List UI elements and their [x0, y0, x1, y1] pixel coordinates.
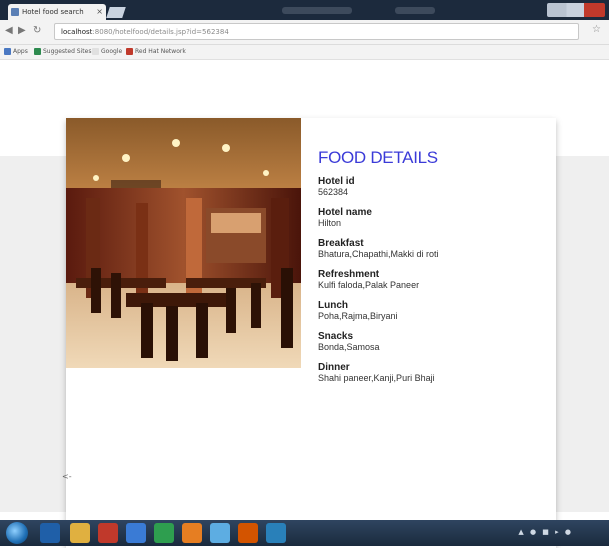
app-icon-3[interactable]: [238, 523, 258, 543]
field-refreshment: Refreshment Kulfi faloda,Palak Paneer: [318, 269, 548, 291]
media-icon[interactable]: [98, 523, 118, 543]
tab-favicon-icon: [11, 8, 19, 16]
tab-title: Hotel food search: [22, 8, 84, 16]
back-icon[interactable]: ◀: [5, 25, 13, 36]
food-details-card: FOOD DETAILS Hotel id 562384 Hotel name …: [66, 118, 556, 548]
field-value: Bonda,Samosa: [318, 342, 380, 352]
start-button[interactable]: [6, 522, 28, 544]
field-value: 562384: [318, 187, 349, 197]
ie-icon[interactable]: [40, 523, 60, 543]
bookmark-google[interactable]: Google: [92, 45, 122, 59]
vlc-icon[interactable]: [182, 523, 202, 543]
bookmark-red-hat[interactable]: Red Hat Network: [126, 45, 186, 59]
address-host: localhost: [61, 28, 93, 36]
field-value: Kulfi faloda,Palak Paneer: [318, 280, 420, 290]
field-hotel-name: Hotel name Hilton: [318, 207, 548, 229]
field-value: Shahi paneer,Kanji,Puri Bhaji: [318, 373, 435, 383]
field-lunch: Lunch Poha,Rajma,Biryani: [318, 300, 548, 322]
app-icon[interactable]: [126, 523, 146, 543]
browser-tab[interactable]: Hotel food search ×: [8, 4, 106, 20]
reload-icon[interactable]: ↻: [33, 25, 41, 36]
new-tab-button[interactable]: [106, 7, 126, 18]
suggested-sites-icon: [34, 48, 41, 55]
field-label: Refreshment: [318, 269, 380, 280]
field-label: Breakfast: [318, 238, 364, 249]
taskbar: ▲ ● ■ ▸ ● ​: [0, 520, 609, 546]
field-value: Poha,Rajma,Biryani: [318, 311, 398, 321]
field-dinner: Dinner Shahi paneer,Kanji,Puri Bhaji: [318, 362, 548, 384]
field-label: Dinner: [318, 362, 350, 373]
food-details-panel: FOOD DETAILS Hotel id 562384 Hotel name …: [318, 148, 548, 393]
page-title: FOOD DETAILS: [318, 148, 438, 167]
page: FOOD DETAILS Hotel id 562384 Hotel name …: [0, 60, 609, 548]
titlebar-text-2: [395, 7, 435, 14]
browser-titlebar: Hotel food search ×: [0, 0, 609, 20]
apps-icon: [4, 48, 11, 55]
forward-icon[interactable]: ▶: [18, 25, 26, 36]
field-hotel-id: Hotel id 562384: [318, 176, 548, 198]
google-icon: [92, 48, 99, 55]
explorer-icon[interactable]: [70, 523, 90, 543]
back-link[interactable]: <-: [62, 472, 72, 481]
address-path: :8080/hotelfood/details.jsp?id=562384: [92, 28, 229, 36]
window-controls[interactable]: [547, 3, 605, 17]
field-value: Bhatura,Chapathi,Makki di roti: [318, 249, 439, 259]
app-icon-2[interactable]: [210, 523, 230, 543]
hotel-restaurant-photo: [66, 118, 301, 368]
titlebar-text: [282, 7, 352, 14]
address-row: ◀ ▶ ↻ localhost:8080/hotelfood/details.j…: [0, 20, 609, 45]
bookmark-apps[interactable]: Apps: [4, 45, 28, 59]
app-icon-4[interactable]: [266, 523, 286, 543]
field-label: Snacks: [318, 331, 354, 342]
field-label: Hotel name: [318, 207, 372, 218]
field-value: Hilton: [318, 218, 342, 228]
address-bar[interactable]: localhost:8080/hotelfood/details.jsp?id=…: [54, 23, 579, 40]
field-snacks: Snacks Bonda,Samosa: [318, 331, 548, 353]
tab-close-icon[interactable]: ×: [96, 4, 103, 20]
chrome-icon[interactable]: [154, 523, 174, 543]
system-tray[interactable]: ▲ ● ■ ▸ ●: [518, 528, 573, 536]
field-label: Hotel id: [318, 176, 355, 187]
bookmark-star-icon[interactable]: ☆: [592, 24, 601, 35]
bookmarks-bar: Apps Suggested Sites Google Red Hat Netw…: [0, 45, 609, 60]
field-label: Lunch: [318, 300, 348, 311]
bookmark-suggested-sites[interactable]: Suggested Sites: [34, 45, 91, 59]
field-breakfast: Breakfast Bhatura,Chapathi,Makki di roti: [318, 238, 548, 260]
red-hat-icon: [126, 48, 133, 55]
